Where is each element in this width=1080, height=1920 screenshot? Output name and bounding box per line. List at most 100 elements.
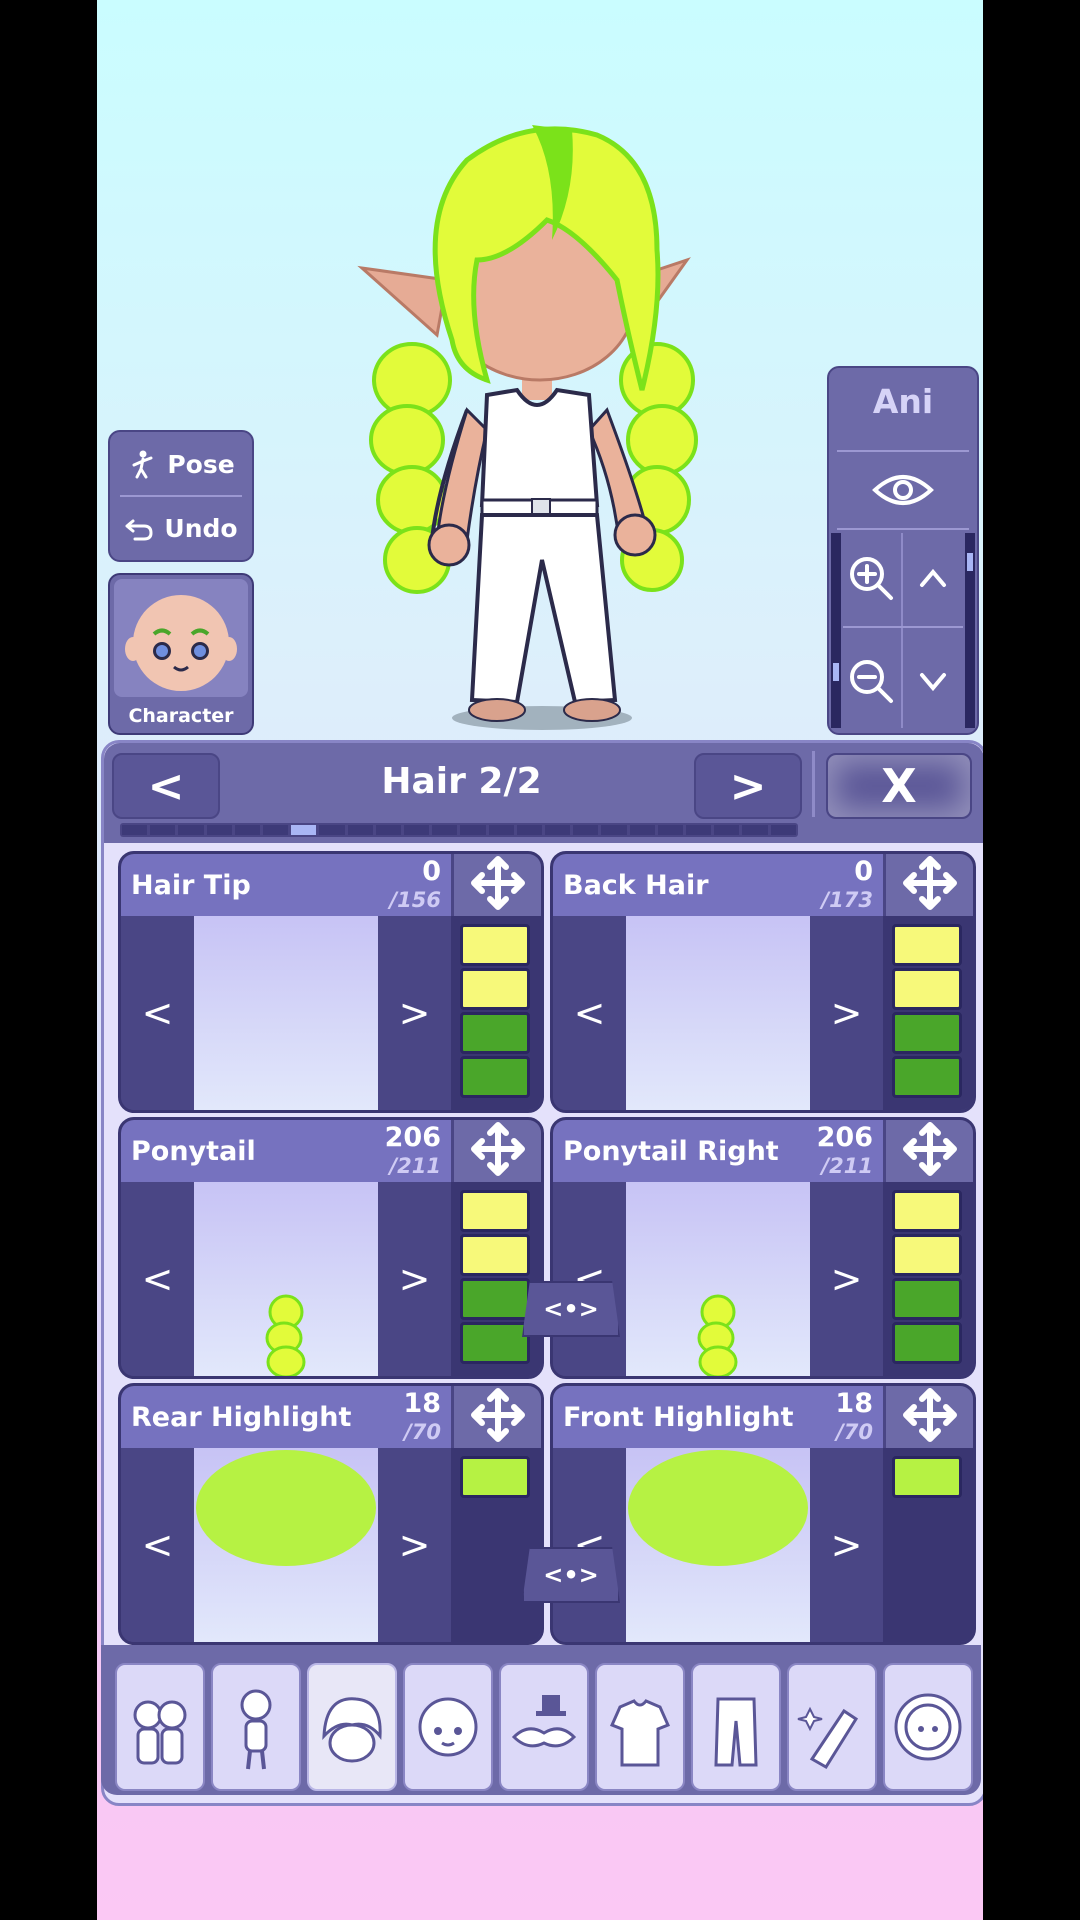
color-swatch[interactable]: [460, 1190, 530, 1232]
pose-undo-panel: Pose Undo: [108, 430, 254, 562]
color-swatch[interactable]: [892, 1456, 962, 1498]
color-swatch[interactable]: [460, 1056, 530, 1098]
scroll-indicator: [967, 553, 973, 571]
color-swatch[interactable]: [460, 924, 530, 966]
zoom-out-icon: [850, 660, 893, 703]
color-swatch[interactable]: [892, 1012, 962, 1054]
pose-icon: [132, 450, 153, 479]
part-value: 18: [835, 1388, 873, 1419]
color-swatch[interactable]: [892, 968, 962, 1010]
part-card: Rear Highlight 18/70 < >: [118, 1383, 544, 1645]
ani-button[interactable]: Ani: [829, 382, 977, 421]
move-button[interactable]: [886, 1120, 973, 1182]
next-style-button[interactable]: >: [810, 916, 883, 1110]
color-swatch[interactable]: [892, 1278, 962, 1320]
accessories-icon: [511, 1695, 577, 1748]
color-swatch[interactable]: [892, 1190, 962, 1232]
character-button[interactable]: Character: [108, 573, 254, 735]
undo-button[interactable]: Undo: [110, 498, 252, 558]
color-swatch[interactable]: [460, 968, 530, 1010]
character-thumbnail: [114, 579, 248, 697]
part-total: /70: [836, 1420, 873, 1444]
divider: [120, 495, 242, 497]
progress-segment: [432, 825, 458, 835]
undo-icon: [125, 519, 153, 541]
character-preview[interactable]: [357, 110, 717, 750]
divider: [901, 533, 903, 728]
progress-segment: [770, 825, 796, 835]
link-sides-button[interactable]: <•>: [522, 1281, 620, 1337]
part-preview: [626, 1448, 810, 1642]
color-swatch[interactable]: [892, 1322, 962, 1364]
next-page-button[interactable]: >: [694, 753, 802, 819]
scroll-indicator: [833, 663, 839, 681]
color-swatch[interactable]: [892, 924, 962, 966]
swatch-column: [883, 916, 973, 1110]
color-swatch[interactable]: [460, 1456, 530, 1498]
category-tab-top[interactable]: [595, 1663, 685, 1791]
category-tab-accessories[interactable]: [499, 1663, 589, 1791]
prev-page-button[interactable]: <: [112, 753, 220, 819]
part-total: /70: [404, 1420, 441, 1444]
part-card: Hair Tip 0/156 < >: [118, 851, 544, 1113]
prev-style-button[interactable]: <: [553, 1448, 626, 1642]
prev-style-button[interactable]: <: [121, 916, 194, 1110]
move-icon: [902, 1387, 958, 1447]
pose-button[interactable]: Pose: [110, 434, 252, 494]
next-style-button[interactable]: >: [378, 1448, 451, 1642]
move-icon: [902, 1121, 958, 1181]
category-tab-characters[interactable]: [115, 1663, 205, 1791]
prev-style-button[interactable]: <: [121, 1448, 194, 1642]
part-value: 0: [422, 856, 441, 887]
category-tab-bottom[interactable]: [691, 1663, 781, 1791]
zoom-out-button[interactable]: [843, 646, 899, 716]
part-counter: 206/211: [817, 1124, 873, 1180]
color-swatch[interactable]: [460, 1278, 530, 1320]
hair-icon: [322, 1697, 382, 1763]
move-button[interactable]: [886, 854, 973, 916]
link-sides-button[interactable]: <•>: [522, 1547, 620, 1603]
prev-style-button[interactable]: <: [553, 1182, 626, 1376]
next-style-button[interactable]: >: [378, 916, 451, 1110]
props-icon: [797, 1706, 859, 1770]
close-button[interactable]: X: [826, 753, 972, 819]
part-value: 18: [403, 1388, 441, 1419]
page-progress-bar[interactable]: [120, 823, 798, 837]
chevron-down-icon: [920, 673, 946, 692]
swatch-column: [883, 1182, 973, 1376]
category-tab-hair[interactable]: [307, 1663, 397, 1791]
category-tab-body[interactable]: [211, 1663, 301, 1791]
part-card: Back Hair 0/173 < >: [550, 851, 976, 1113]
move-button[interactable]: [886, 1386, 973, 1448]
progress-segment: [516, 825, 543, 835]
part-counter: 0/156: [389, 858, 441, 914]
next-style-button[interactable]: >: [810, 1448, 883, 1642]
color-swatch[interactable]: [460, 1322, 530, 1364]
color-swatch[interactable]: [892, 1234, 962, 1276]
next-style-button[interactable]: >: [378, 1182, 451, 1376]
category-tab-props[interactable]: [787, 1663, 877, 1791]
progress-segment: [404, 825, 430, 835]
part-total: /211: [389, 1154, 441, 1178]
next-style-button[interactable]: >: [810, 1182, 883, 1376]
zoom-in-button[interactable]: [843, 543, 899, 613]
move-up-button[interactable]: [905, 543, 961, 613]
editor-title: Hair 2/2: [381, 761, 542, 802]
part-preview: [194, 1448, 378, 1642]
part-card: Front Highlight 18/70 < >: [550, 1383, 976, 1645]
move-button[interactable]: [454, 854, 541, 916]
move-icon: [470, 1387, 526, 1447]
prev-style-button[interactable]: <: [121, 1182, 194, 1376]
move-button[interactable]: [454, 1386, 541, 1448]
eye-icon: [872, 475, 934, 505]
move-button[interactable]: [454, 1120, 541, 1182]
color-swatch[interactable]: [460, 1234, 530, 1276]
part-value: 206: [816, 1122, 873, 1153]
move-down-button[interactable]: [905, 646, 961, 716]
category-tab-face[interactable]: [403, 1663, 493, 1791]
color-swatch[interactable]: [892, 1056, 962, 1098]
prev-style-button[interactable]: <: [553, 916, 626, 1110]
color-swatch[interactable]: [460, 1012, 530, 1054]
category-tab-profile[interactable]: [883, 1663, 973, 1791]
eye-toggle-button[interactable]: [829, 460, 977, 520]
